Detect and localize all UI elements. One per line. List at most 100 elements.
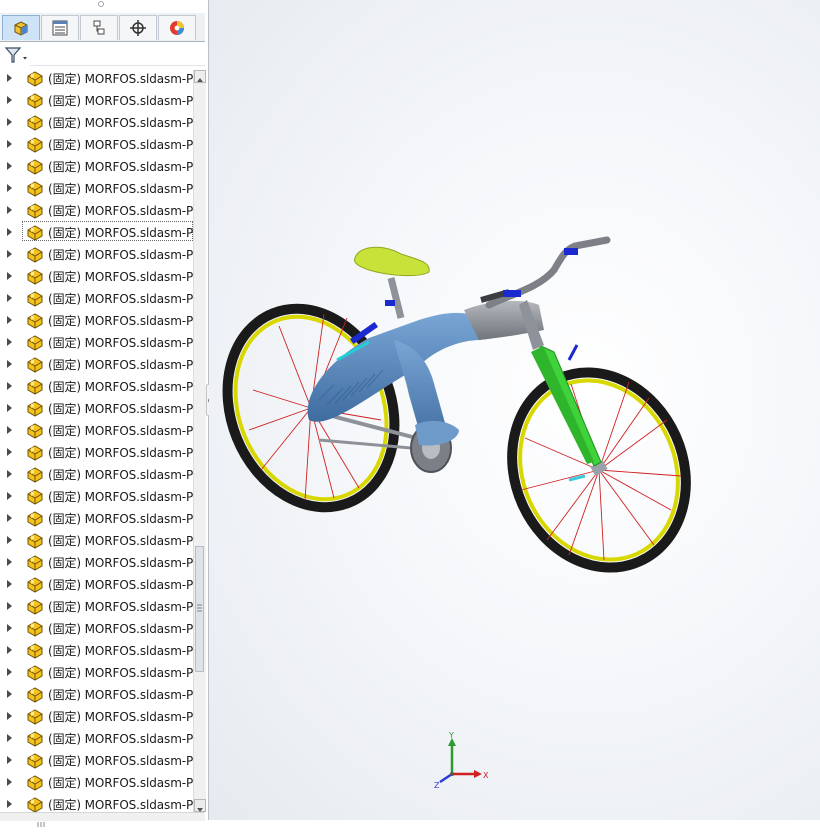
expand-arrow-icon[interactable] bbox=[7, 646, 12, 654]
saddle-assembly[interactable] bbox=[354, 246, 430, 319]
property-list-icon bbox=[52, 20, 68, 36]
expand-arrow-icon[interactable] bbox=[7, 272, 12, 280]
expand-arrow-icon[interactable] bbox=[7, 250, 12, 258]
tree-row[interactable]: (固定) MORFOS.sldasm-P bbox=[0, 727, 193, 749]
tree-row[interactable]: (固定) MORFOS.sldasm-P bbox=[0, 661, 193, 683]
expand-arrow-icon[interactable] bbox=[7, 580, 12, 588]
expand-arrow-icon[interactable] bbox=[7, 624, 12, 632]
expand-arrow-icon[interactable] bbox=[7, 800, 12, 808]
expand-arrow-icon[interactable] bbox=[7, 514, 12, 522]
part-icon bbox=[25, 751, 45, 769]
tree-row[interactable]: (固定) MORFOS.sldasm-P bbox=[0, 221, 193, 243]
front-wheel[interactable] bbox=[482, 344, 717, 595]
tree-row[interactable]: (固定) MORFOS.sldasm-P bbox=[0, 529, 193, 551]
scroll-down-arrow[interactable] bbox=[194, 799, 206, 812]
tree-row[interactable]: (固定) MORFOS.sldasm-P bbox=[0, 287, 193, 309]
tree-row[interactable]: (固定) MORFOS.sldasm-P bbox=[0, 133, 193, 155]
tab-display-manager[interactable] bbox=[158, 15, 196, 40]
expand-arrow-icon[interactable] bbox=[7, 558, 12, 566]
expand-arrow-icon[interactable] bbox=[7, 360, 12, 368]
panel-grip[interactable] bbox=[98, 1, 104, 7]
expand-arrow-icon[interactable] bbox=[7, 734, 12, 742]
tree-row[interactable]: (固定) MORFOS.sldasm-P bbox=[0, 353, 193, 375]
expand-arrow-icon[interactable] bbox=[7, 96, 12, 104]
expand-arrow-icon[interactable] bbox=[7, 316, 12, 324]
tree-row[interactable]: (固定) MORFOS.sldasm-P bbox=[0, 485, 193, 507]
brake-lever-right[interactable] bbox=[564, 248, 578, 255]
expand-arrow-icon[interactable] bbox=[7, 140, 12, 148]
expand-arrow-icon[interactable] bbox=[7, 426, 12, 434]
tree-row-label: (固定) MORFOS.sldasm-P bbox=[48, 600, 193, 614]
tree-row[interactable]: (固定) MORFOS.sldasm-P bbox=[0, 67, 193, 89]
tree-row[interactable]: (固定) MORFOS.sldasm-P bbox=[0, 595, 193, 617]
tree-row[interactable]: (固定) MORFOS.sldasm-P bbox=[0, 155, 193, 177]
tree-row[interactable]: (固定) MORFOS.sldasm-P bbox=[0, 749, 193, 771]
expand-arrow-icon[interactable] bbox=[7, 690, 12, 698]
expand-arrow-icon[interactable] bbox=[7, 206, 12, 214]
expand-arrow-icon[interactable] bbox=[7, 602, 12, 610]
axis-triad: Y X Z bbox=[434, 732, 489, 790]
expand-arrow-icon[interactable] bbox=[7, 470, 12, 478]
tree-row[interactable]: (固定) MORFOS.sldasm-P bbox=[0, 683, 193, 705]
tree-vertical-scrollbar[interactable] bbox=[193, 70, 206, 812]
tab-feature-manager[interactable] bbox=[2, 15, 40, 40]
front-fork[interactable] bbox=[531, 343, 602, 467]
expand-arrow-icon[interactable] bbox=[7, 492, 12, 500]
expand-arrow-icon[interactable] bbox=[7, 184, 12, 192]
tree-row[interactable]: (固定) MORFOS.sldasm-P bbox=[0, 331, 193, 353]
part-icon bbox=[25, 223, 45, 241]
brake-lever-left[interactable] bbox=[503, 290, 521, 297]
expand-arrow-icon[interactable] bbox=[7, 448, 12, 456]
expand-arrow-icon[interactable] bbox=[7, 74, 12, 82]
saddle[interactable] bbox=[354, 246, 430, 277]
tree-row[interactable]: (固定) MORFOS.sldasm-P bbox=[0, 639, 193, 661]
expand-arrow-icon[interactable] bbox=[7, 294, 12, 302]
tree-row-label: (固定) MORFOS.sldasm-P bbox=[48, 160, 193, 174]
tree-row-label: (固定) MORFOS.sldasm-P bbox=[48, 270, 193, 284]
part-icon bbox=[25, 69, 45, 87]
tree-row[interactable]: (固定) MORFOS.sldasm-P bbox=[0, 199, 193, 221]
expand-arrow-icon[interactable] bbox=[7, 118, 12, 126]
part-icon bbox=[25, 553, 45, 571]
expand-arrow-icon[interactable] bbox=[7, 536, 12, 544]
tab-dimxpert-manager[interactable] bbox=[119, 15, 157, 40]
tree-row[interactable]: (固定) MORFOS.sldasm-P bbox=[0, 617, 193, 639]
tree-row[interactable]: (固定) MORFOS.sldasm-P bbox=[0, 551, 193, 573]
scroll-thumb[interactable] bbox=[195, 546, 204, 672]
expand-arrow-icon[interactable] bbox=[7, 228, 12, 236]
tree-row[interactable]: (固定) MORFOS.sldasm-P bbox=[0, 441, 193, 463]
expand-arrow-icon[interactable] bbox=[7, 756, 12, 764]
part-icon bbox=[25, 663, 45, 681]
tree-row[interactable]: (固定) MORFOS.sldasm-P bbox=[0, 419, 193, 441]
expand-arrow-icon[interactable] bbox=[7, 382, 12, 390]
graphics-area[interactable]: Y X Z bbox=[209, 0, 820, 820]
tree-row[interactable]: (固定) MORFOS.sldasm-P bbox=[0, 573, 193, 595]
tree-row[interactable]: (固定) MORFOS.sldasm-P bbox=[0, 265, 193, 287]
tree-row-label: (固定) MORFOS.sldasm-P bbox=[48, 512, 193, 526]
tree-row[interactable]: (固定) MORFOS.sldasm-P bbox=[0, 89, 193, 111]
expand-arrow-icon[interactable] bbox=[7, 338, 12, 346]
tree-row[interactable]: (固定) MORFOS.sldasm-P bbox=[0, 243, 193, 265]
tree-row[interactable]: (固定) MORFOS.sldasm-P bbox=[0, 397, 193, 419]
scroll-up-arrow[interactable] bbox=[194, 70, 206, 83]
tab-property-manager[interactable] bbox=[41, 15, 79, 40]
filter-button[interactable] bbox=[3, 44, 31, 66]
tree-row[interactable]: (固定) MORFOS.sldasm-P bbox=[0, 309, 193, 331]
tree-row[interactable]: (固定) MORFOS.sldasm-P bbox=[0, 463, 193, 485]
tree-row[interactable]: (固定) MORFOS.sldasm-P bbox=[0, 705, 193, 727]
tab-configuration-manager[interactable] bbox=[80, 15, 118, 40]
tree-row[interactable]: (固定) MORFOS.sldasm-P bbox=[0, 177, 193, 199]
tree-row[interactable]: (固定) MORFOS.sldasm-P bbox=[0, 507, 193, 529]
part-icon bbox=[25, 179, 45, 197]
tree-row[interactable]: (固定) MORFOS.sldasm-P bbox=[0, 111, 193, 133]
tree-row[interactable]: (固定) MORFOS.sldasm-P bbox=[0, 375, 193, 397]
tree-row-label: (固定) MORFOS.sldasm-P bbox=[48, 446, 193, 460]
tree-row[interactable]: (固定) MORFOS.sldasm-P bbox=[0, 771, 193, 793]
bicycle-model[interactable] bbox=[209, 0, 820, 820]
expand-arrow-icon[interactable] bbox=[7, 668, 12, 676]
expand-arrow-icon[interactable] bbox=[7, 162, 12, 170]
expand-arrow-icon[interactable] bbox=[7, 712, 12, 720]
expand-arrow-icon[interactable] bbox=[7, 778, 12, 786]
expand-arrow-icon[interactable] bbox=[7, 404, 12, 412]
filter-field[interactable] bbox=[30, 44, 205, 66]
